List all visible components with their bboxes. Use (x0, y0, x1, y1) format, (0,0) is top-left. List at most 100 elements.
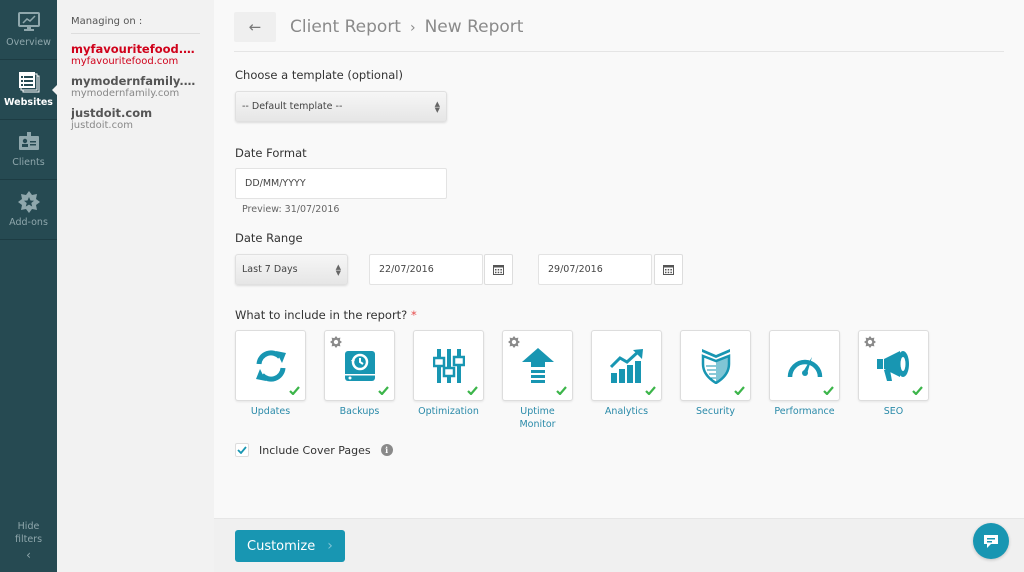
template-select[interactable]: -- Default template -- ▲ ▼ (235, 91, 447, 122)
module-card-box (235, 330, 306, 401)
hide-filters-label: Hide (17, 521, 40, 532)
end-date-input[interactable]: 29/07/2016 (538, 254, 652, 285)
customize-button[interactable]: Customize › (235, 530, 345, 562)
star-badge-icon (17, 191, 40, 213)
chevron-right-icon: › (327, 538, 333, 554)
module-card-analytics[interactable]: Analytics (591, 330, 662, 431)
site-name: justdoit.com (71, 106, 153, 120)
date-format-preview: Preview: 31/07/2016 (242, 204, 340, 215)
nav-item-add-ons[interactable]: Add-ons (0, 180, 57, 240)
check-icon (645, 386, 656, 395)
breadcrumb-separator: › (409, 20, 416, 36)
start-date-value: 22/07/2016 (379, 264, 434, 275)
arrow-left-icon: ← (248, 18, 262, 36)
template-label: Choose a template (optional) (235, 68, 403, 82)
monitor-chart-icon (17, 11, 40, 33)
include-label-text: What to include in the report? (235, 308, 408, 322)
shield-icon (701, 348, 730, 384)
back-button[interactable]: ← (234, 12, 276, 42)
filter-panel: Managing on : myfavouritefood.c... myfav… (57, 0, 214, 572)
site-item[interactable]: myfavouritefood.c... myfavouritefood.com (71, 42, 200, 67)
site-name: mymodernfamily.c... (71, 74, 200, 88)
site-name: myfavouritefood.c... (71, 42, 200, 56)
include-label: What to include in the report? * (235, 308, 417, 322)
main-content: ← Client Report › New Report Choose a temp… (214, 0, 1024, 518)
chevron-left-icon: ‹ (26, 548, 31, 562)
module-card-box (769, 330, 840, 401)
check-icon (912, 386, 923, 395)
info-icon[interactable]: i (380, 444, 393, 456)
module-card-seo[interactable]: SEO (858, 330, 929, 431)
page-header: ← Client Report › New Report (234, 12, 1004, 52)
settings-gear-icon[interactable] (330, 336, 342, 348)
websites-stack-icon (18, 71, 40, 93)
site-item[interactable]: mymodernfamily.c... mymodernfamily.com (71, 74, 200, 99)
module-card-box (858, 330, 929, 401)
module-label: Performance (774, 406, 835, 417)
calendar-icon (663, 265, 674, 275)
end-date-value: 29/07/2016 (548, 264, 603, 275)
chat-bubble-icon (984, 534, 998, 548)
module-label: Backups (339, 406, 380, 417)
nav-label: Overview (6, 37, 51, 48)
module-label: Security (695, 406, 735, 417)
nav-label: Websites (4, 97, 53, 108)
hide-filters-toggle[interactable]: Hide filters ‹ (0, 520, 57, 562)
site-item[interactable]: justdoit.com justdoit.com (71, 106, 200, 131)
module-card-updates[interactable]: Updates (235, 330, 306, 431)
date-format-input[interactable]: DD/MM/YYYY (235, 168, 447, 199)
include-cover-pages: Include Cover Pages i (235, 443, 393, 457)
date-range-label: Date Range (235, 231, 303, 245)
site-url: justdoit.com (71, 120, 133, 131)
nav-item-overview[interactable]: Overview (0, 0, 57, 60)
select-arrows-icon: ▲ ▼ (434, 99, 440, 114)
upload-arrow-icon (521, 347, 554, 383)
module-card-box (413, 330, 484, 401)
module-card-backups[interactable]: Backups (324, 330, 395, 431)
module-label: SEO (883, 406, 904, 417)
module-card-performance[interactable]: Performance (769, 330, 840, 431)
end-date-calendar-button[interactable] (654, 254, 683, 285)
include-cover-pages-label: Include Cover Pages (259, 443, 371, 457)
date-format-value: DD/MM/YYYY (245, 178, 306, 189)
start-date-input[interactable]: 22/07/2016 (369, 254, 483, 285)
growth-chart-icon (609, 348, 643, 383)
chat-button[interactable] (973, 523, 1009, 559)
module-card-box (591, 330, 662, 401)
calendar-icon (493, 265, 504, 275)
module-card-security[interactable]: Security (680, 330, 751, 431)
nav-item-websites[interactable]: Websites (0, 60, 58, 120)
backup-drive-icon (344, 350, 375, 381)
check-icon (734, 386, 745, 395)
module-card-box (324, 330, 395, 401)
settings-gear-icon[interactable] (508, 336, 520, 348)
refresh-icon (255, 349, 286, 382)
template-select-value: -- Default template -- (242, 101, 343, 112)
site-url: myfavouritefood.com (71, 56, 179, 67)
breadcrumb: Client Report › New Report (290, 12, 523, 43)
module-card-box (502, 330, 573, 401)
module-card-optimization[interactable]: Optimization (413, 330, 484, 431)
check-icon (467, 386, 478, 395)
module-card-uptime-monitor[interactable]: Uptime Monitor (502, 330, 573, 431)
required-mark: * (410, 308, 417, 322)
include-cover-pages-checkbox[interactable] (235, 443, 249, 457)
settings-gear-icon[interactable] (864, 336, 876, 348)
check-icon (289, 386, 300, 395)
date-range-select[interactable]: Last 7 Days ▲ ▼ (235, 254, 348, 285)
module-label: Updates (250, 406, 291, 417)
breadcrumb-client-report[interactable]: Client Report (290, 17, 401, 37)
check-icon (378, 386, 389, 395)
module-label: Uptime Monitor (519, 406, 556, 430)
check-icon (556, 386, 567, 395)
date-range-value: Last 7 Days (242, 264, 298, 275)
check-icon (823, 386, 834, 395)
select-arrows-icon: ▲ ▼ (335, 262, 341, 277)
footer-bar: Customize › (214, 518, 1024, 572)
date-format-label: Date Format (235, 146, 307, 160)
check-icon (237, 446, 247, 454)
nav-item-clients[interactable]: Clients (0, 120, 57, 180)
start-date-calendar-button[interactable] (484, 254, 513, 285)
module-label: Optimization (418, 406, 479, 417)
module-cards: Updates Backups Optimization Uptime Moni… (235, 330, 947, 431)
